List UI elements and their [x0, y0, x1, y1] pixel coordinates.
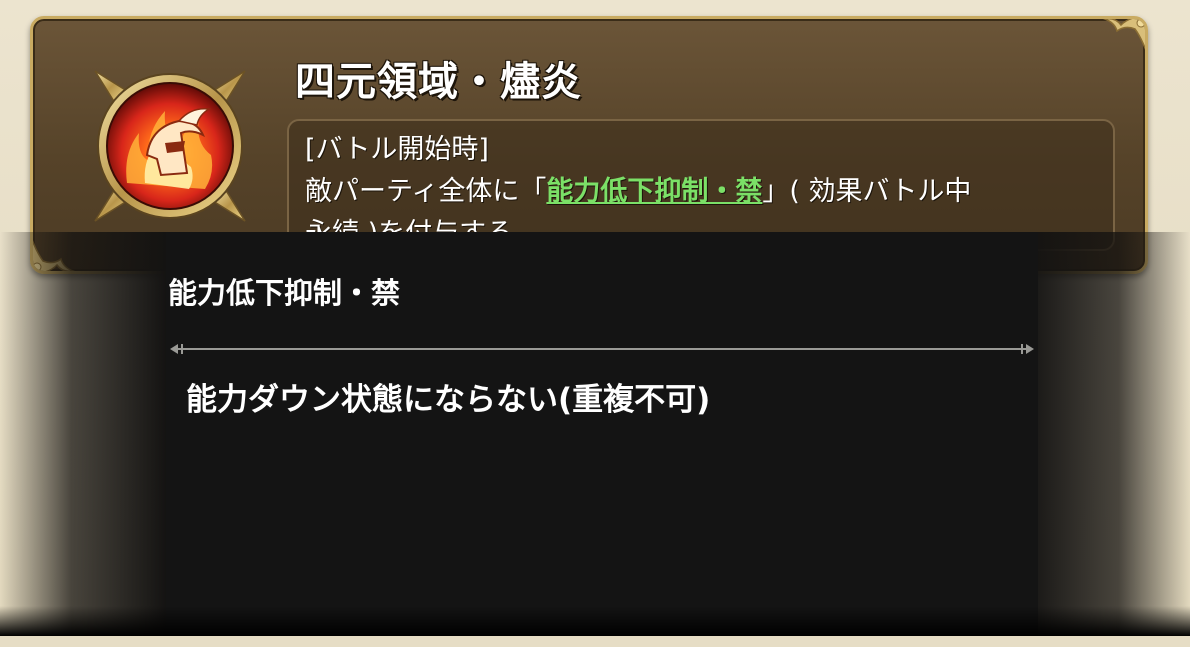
- skill-timing-text: [バトル開始時]: [305, 134, 489, 165]
- skill-effect-line: 敵パーティ全体に「能力低下抑制・禁」( 効果バトル中: [305, 171, 1097, 213]
- bottom-frame-strip: [0, 636, 1190, 647]
- tooltip-title: 能力低下抑制・禁: [168, 276, 401, 310]
- skill-effect-prefix: 敵パーティ全体に「: [305, 176, 547, 207]
- skill-effect-suffix: 」( 効果バトル中: [762, 176, 972, 207]
- corner-ornament-icon: [1102, 19, 1145, 50]
- effect-link[interactable]: 能力低下抑制・禁: [546, 176, 762, 207]
- skill-title: 四元領域・燼炎: [295, 59, 582, 105]
- effect-tooltip-popup[interactable]: 能力低下抑制・禁 能力ダウン状態にならない(重複不可): [0, 232, 1190, 636]
- divider-line: [170, 344, 1034, 354]
- tooltip-body: 能力ダウン状態にならない(重複不可): [186, 382, 711, 418]
- flame-helmet-emblem-icon: [94, 70, 246, 222]
